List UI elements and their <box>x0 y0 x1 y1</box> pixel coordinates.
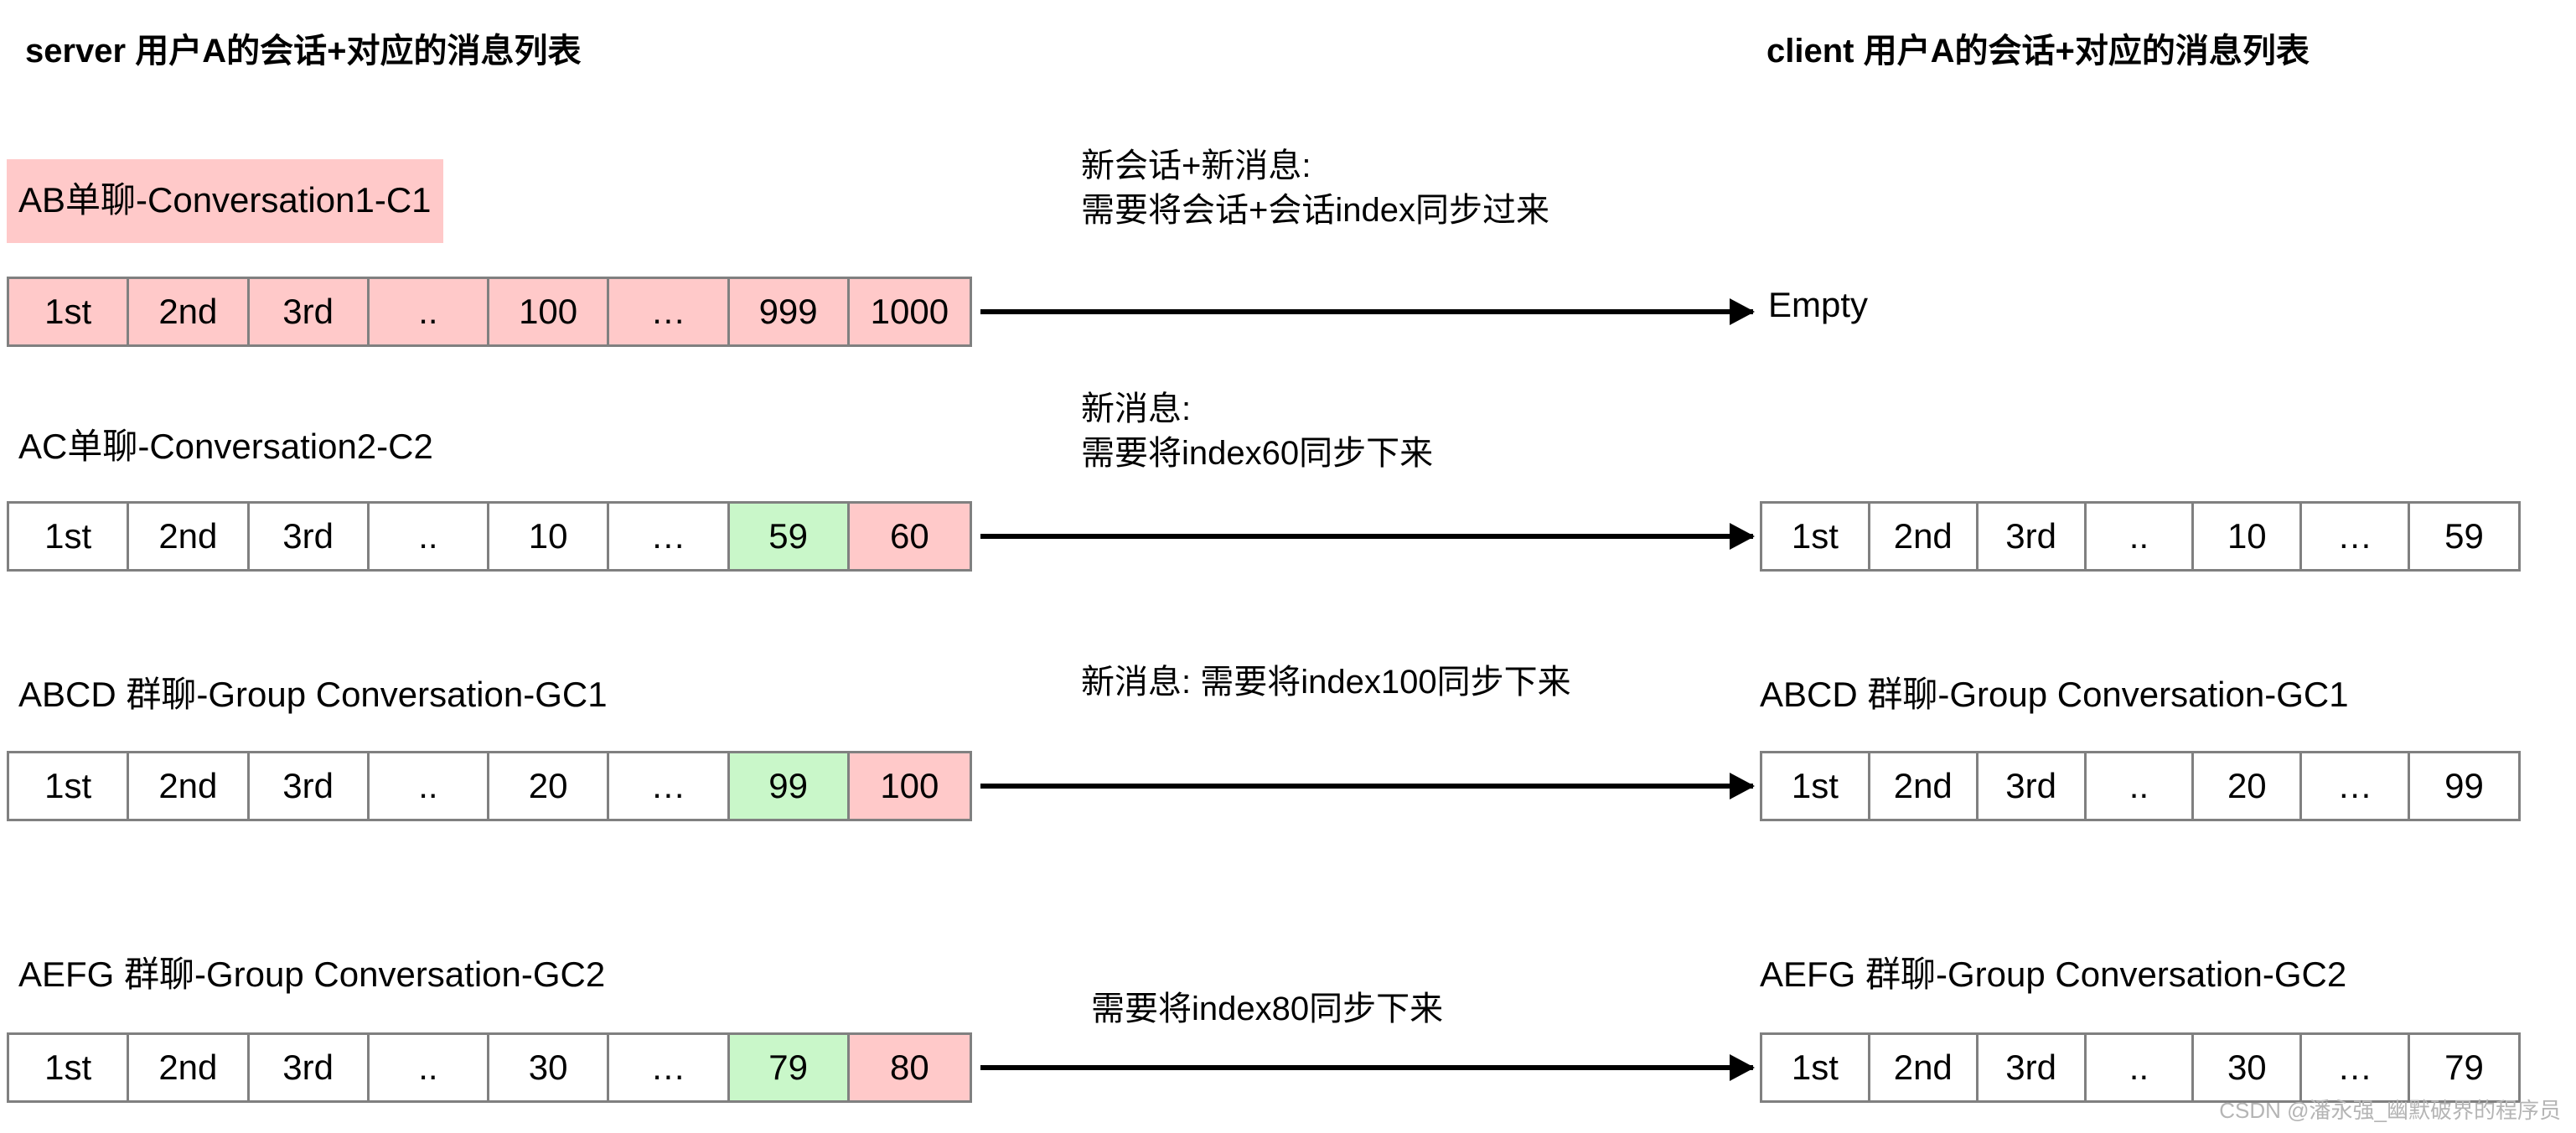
arrow-head-icon <box>1730 773 1755 799</box>
message-cell: 60 <box>849 504 970 569</box>
sync-annotation: 新消息: 需要将index100同步下来 <box>1081 660 1571 705</box>
message-cell: 2nd <box>129 279 250 344</box>
sync-annotation: 新消息: 需要将index60同步下来 <box>1081 387 1433 476</box>
server-conversation-label: ABCD 群聊-Group Conversation-GC1 <box>18 675 608 714</box>
client-message-table: 1st 2nd 3rd.. 30… 79 <box>1760 1032 2521 1103</box>
client-conversation-label: ABCD 群聊-Group Conversation-GC1 <box>1760 675 2349 714</box>
message-cell: 30 <box>489 1035 610 1100</box>
message-cell: 10 <box>2194 504 2303 569</box>
annotation-line: 新会话+新消息: <box>1081 147 1311 184</box>
message-cell: 3rd <box>249 279 370 344</box>
message-cell: 99 <box>2410 753 2518 819</box>
message-cell: 1st <box>1762 753 1870 819</box>
arrow-head-icon <box>1730 523 1755 550</box>
server-column-title: server 用户A的会话+对应的消息列表 <box>25 33 582 70</box>
message-cell: .. <box>2086 504 2195 569</box>
arrow-shaft <box>980 784 1753 789</box>
message-cell: .. <box>2086 753 2195 819</box>
message-cell: … <box>609 753 730 819</box>
annotation-line: 需要将会话+会话index同步过来 <box>1081 191 1549 229</box>
diagram-canvas: server 用户A的会话+对应的消息列表 client 用户A的会话+对应的消… <box>0 0 2576 1133</box>
message-cell: 3rd <box>1978 1035 2087 1100</box>
server-message-table: 1st 2nd 3rd.. 100… 999 1000 <box>7 277 972 347</box>
message-cell: .. <box>369 1035 489 1100</box>
client-message-table: 1st 2nd 3rd.. 20… 99 <box>1760 751 2521 821</box>
server-message-table: 1st 2nd 3rd.. 20… 99 100 <box>7 751 972 821</box>
message-cell: 79 <box>729 1035 850 1100</box>
message-cell: … <box>2302 504 2411 569</box>
server-conversation-label: AB单聊-Conversation1-C1 <box>7 159 443 243</box>
message-cell: 3rd <box>1978 504 2087 569</box>
client-conversation-label: AEFG 群聊-Group Conversation-GC2 <box>1760 955 2347 994</box>
server-conversation-label: AEFG 群聊-Group Conversation-GC2 <box>18 955 606 994</box>
message-cell: 2nd <box>129 504 250 569</box>
message-cell: 1st <box>9 753 130 819</box>
message-cell: 100 <box>849 753 970 819</box>
message-cell: 2nd <box>1870 1035 1979 1100</box>
arrow-head-icon <box>1730 298 1755 325</box>
message-cell: 1st <box>1762 504 1870 569</box>
message-cell: 100 <box>489 279 610 344</box>
message-cell: 1st <box>9 504 130 569</box>
server-conversation-label: AC单聊-Conversation2-C2 <box>18 427 433 466</box>
arrow-shaft <box>980 309 1753 314</box>
message-cell: .. <box>369 504 489 569</box>
message-cell: … <box>609 504 730 569</box>
annotation-line: 新消息: <box>1081 391 1192 427</box>
message-cell: 1st <box>9 1035 130 1100</box>
arrow-shaft <box>980 1065 1753 1070</box>
message-cell: 99 <box>729 753 850 819</box>
message-cell: 999 <box>729 279 850 344</box>
message-cell: … <box>2302 1035 2411 1100</box>
sync-annotation: 新会话+新消息: 需要将会话+会话index同步过来 <box>1081 144 1549 233</box>
message-cell: 3rd <box>249 504 370 569</box>
annotation-line: 需要将index60同步下来 <box>1081 434 1434 472</box>
message-cell: 59 <box>729 504 850 569</box>
message-cell: 59 <box>2410 504 2518 569</box>
arrow-head-icon <box>1730 1054 1755 1081</box>
message-cell: 80 <box>849 1035 970 1100</box>
message-cell: … <box>609 279 730 344</box>
message-cell: 30 <box>2194 1035 2303 1100</box>
server-message-table: 1st 2nd 3rd.. 30… 79 80 <box>7 1032 972 1103</box>
client-empty-label: Empty <box>1768 285 1869 324</box>
client-message-table: 1st 2nd 3rd.. 10… 59 <box>1760 501 2521 572</box>
message-cell: 2nd <box>129 753 250 819</box>
message-cell: 10 <box>489 504 610 569</box>
message-cell: 20 <box>2194 753 2303 819</box>
message-cell: … <box>2302 753 2411 819</box>
message-cell: 1st <box>1762 1035 1870 1100</box>
message-cell: 3rd <box>249 1035 370 1100</box>
message-cell: .. <box>369 753 489 819</box>
message-cell: 1st <box>9 279 130 344</box>
csdn-watermark: CSDN @潘永强_幽默破界的程序员 <box>2219 1098 2561 1123</box>
message-cell: … <box>609 1035 730 1100</box>
message-cell: 3rd <box>1978 753 2087 819</box>
message-cell: 2nd <box>1870 504 1979 569</box>
sync-annotation: 需要将index80同步下来 <box>1091 987 1443 1032</box>
message-cell: 2nd <box>1870 753 1979 819</box>
message-cell: 79 <box>2410 1035 2518 1100</box>
annotation-line: 新消息: 需要将index100同步下来 <box>1081 664 1571 701</box>
client-column-title: client 用户A的会话+对应的消息列表 <box>1766 33 2310 70</box>
message-cell: 1000 <box>849 279 970 344</box>
arrow-shaft <box>980 534 1753 539</box>
annotation-line: 需要将index80同步下来 <box>1091 991 1444 1027</box>
message-cell: 3rd <box>249 753 370 819</box>
server-message-table: 1st 2nd 3rd.. 10… 59 60 <box>7 501 972 572</box>
message-cell: 20 <box>489 753 610 819</box>
message-cell: 2nd <box>129 1035 250 1100</box>
message-cell: .. <box>369 279 489 344</box>
message-cell: .. <box>2086 1035 2195 1100</box>
